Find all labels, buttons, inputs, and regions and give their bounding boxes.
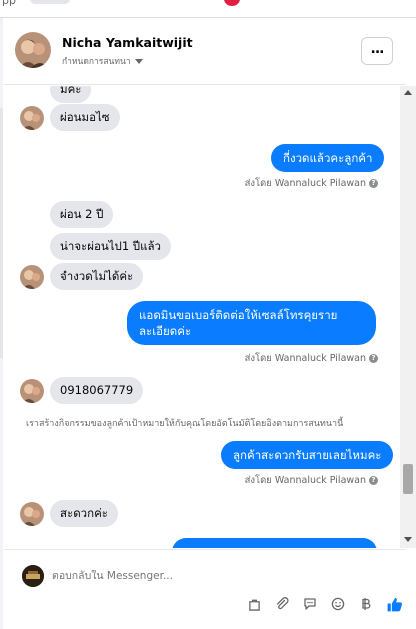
message-incoming: ผ่อนมอไซ [50,104,120,131]
message-incoming: มีค่ะ [50,86,92,103]
bag-icon[interactable] [244,594,264,614]
contact-avatar[interactable] [15,32,51,68]
message-outgoing: แอดมินขอเบอร์ติดต่อให้เซลล์โทรคุยราย ละเ… [127,301,376,345]
message-incoming: ผ่อน 2 ปี [50,201,114,228]
message-line: แอดมินขอเบอร์ติดต่อให้เซลล์โทรคุยราย [139,308,338,322]
message-outgoing: ลูกค้าสะดวกรับสายเลยไหมคะ [221,441,394,469]
conversation-header: Nicha Yamkaitwijit กำหนดการสนทนา ... [4,19,406,85]
message-incoming: จำงวดไม่ได้ค่ะ [50,263,144,290]
scroll-thumb[interactable] [403,464,413,494]
info-icon[interactable]: ? [369,476,378,485]
message-incoming: น่าจะผ่อนไป1 ปีแล้ว [50,233,172,260]
attachment-icon[interactable] [272,594,292,614]
left-scroll-rail [0,18,3,629]
info-icon[interactable]: ? [369,354,378,363]
page-avatar [22,565,44,587]
info-icon[interactable]: ? [369,179,378,188]
message-outgoing: กี่งวดแล้วคะลูกค้า [271,144,385,172]
scroll-down-icon[interactable] [404,537,412,542]
more-options-button[interactable]: ... [361,37,393,65]
caret-down-icon [134,58,143,64]
left-scroll-thumb[interactable] [0,108,3,358]
sent-by-label: ส่งโดย Wannaluck Pilawan ? [245,473,378,488]
sent-by-text: ส่งโดย Wannaluck Pilawan [244,475,366,486]
sent-by-label: ส่งโดย Wannaluck Pilawan ? [245,351,378,366]
emoji-icon[interactable] [328,594,348,614]
schedule-label: กำหนดการสนทนา [62,57,131,67]
composer-toolbar [244,594,404,614]
top-bar-fragment: pp [0,0,416,18]
message-line: ละเอียดค่ะ [139,324,192,338]
sent-by-text: ส่งโดย Wannaluck Pilawan [244,353,366,364]
scroll-up-icon[interactable] [404,90,412,95]
system-notice: เราสร้างกิจกรรมของลูกค้าเป้าหมายให้กับคุ… [26,419,344,429]
contact-avatar-small [20,379,44,403]
message-incoming: 0918067779 [50,377,144,404]
notification-dot [224,0,240,6]
message-incoming: สะดวกค่ะ [50,500,118,527]
saved-reply-icon[interactable] [300,594,320,614]
sent-by-text: ส่งโดย Wannaluck Pilawan [244,178,366,189]
avatar-image [20,379,44,403]
contact-avatar-small [20,502,44,526]
message-thread: มีค่ะ ผ่อนมอไซ กี่งวดแล้วคะลูกค้า ส่งโดย… [4,86,400,548]
avatar-image [20,106,44,130]
message-outgoing-partial [172,538,377,548]
contact-name[interactable]: Nicha Yamkaitwijit [62,35,193,50]
page-avatar-image [22,565,44,587]
baht-icon[interactable] [356,594,376,614]
avatar-image [20,265,44,289]
sent-by-label: ส่งโดย Wannaluck Pilawan ? [245,176,378,191]
reply-input[interactable] [52,570,352,582]
contact-avatar-small [20,106,44,130]
avatar-image [20,502,44,526]
contact-avatar-small [20,265,44,289]
like-icon[interactable] [384,594,404,614]
top-bar-pill [30,0,70,4]
contact-avatar-image [15,32,51,68]
conversation-schedule-dropdown[interactable]: กำหนดการสนทนา [62,54,143,68]
reply-composer [4,549,406,629]
top-bar-text-fragment: pp [2,0,16,7]
chat-scrollbar[interactable] [400,86,416,548]
